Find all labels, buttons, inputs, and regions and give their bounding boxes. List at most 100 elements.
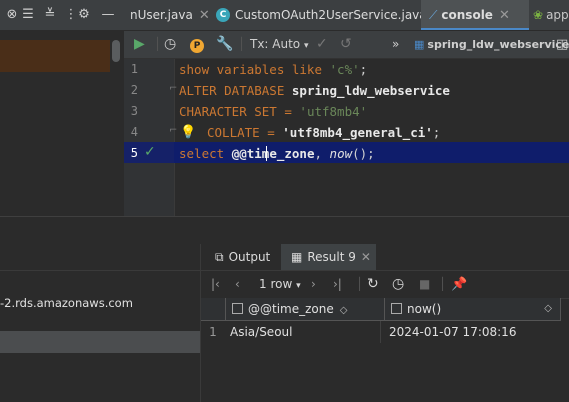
check-icon: ✓ [144,144,156,160]
close-icon[interactable]: ✕ [499,8,510,23]
lightbulb-icon[interactable]: 💡 [180,125,196,140]
keyword: COLLATE = [207,125,283,140]
identifier: @@time_zone [231,146,315,161]
app-icon: ❀ [533,8,544,22]
separator: │ [356,277,364,291]
punctuation: ; [359,62,368,77]
tab-application[interactable]: ❀appl [533,0,569,30]
rows-label: 1 row [259,277,293,291]
column-icon [232,303,243,314]
text-cursor [266,146,267,161]
code-line-4: COLLATE = 'utf8mb4_general_ci'; [207,122,440,143]
table-cell[interactable]: 2024-01-07 17:08:16 [385,321,564,343]
more-icon[interactable]: » [392,31,399,58]
rows-dropdown[interactable]: 1 row ▾ [259,271,301,298]
column-icon [391,303,402,314]
table-cell[interactable]: Asia/Seoul [226,321,381,343]
line-number: 1 [130,62,138,76]
line-number: 4 [130,125,138,139]
identifier: spring_ldw_webservice [291,83,450,98]
tab-output[interactable]: ⧉ Output [215,244,270,270]
class-c-icon: C [216,7,230,22]
punctuation: (); [352,146,375,161]
last-page-icon[interactable]: ›| [333,271,342,298]
output-icon: ⧉ [215,250,224,264]
sql-editor[interactable]: 1 2 3 4 5 ⌐ ⌐ 💡 ✓ show variables like 'c… [124,59,569,216]
column-header-label: now() [407,302,442,316]
code-line-2: ALTER DATABASE spring_ldw_webservice [179,80,450,101]
fold-icon[interactable]: ⌐ [169,125,177,136]
tab-label: nUser.java [130,8,193,22]
results-tab-bar: ⧉ Output ▦ Result 9 ✕ [201,244,569,271]
tree-selection[interactable] [0,40,110,72]
settings-icon[interactable]: ⚙ [76,7,92,23]
tab-label: appl [546,8,569,22]
editor-tab-bar: nUser.java ✕ C CustomOAuth2UserService.jav… [124,0,569,31]
identifier: 'utf8mb4_general_ci' [282,125,433,140]
tab-result-9[interactable]: ▦ Result 9 ✕ [291,244,371,270]
minimize-icon[interactable]: — [100,7,116,23]
pin-icon[interactable]: 📌 [451,271,467,298]
string-literal: 'utf8mb4' [299,104,368,119]
run-icon[interactable]: ▶ [134,31,145,58]
host-label[interactable]: -2.rds.amazonaws.com [0,296,133,310]
datasource-dropdown[interactable]: ▦spring_ldw_webservice ▾ [414,31,569,58]
keyword: show variables like [179,62,330,77]
tx-mode-dropdown[interactable]: Tx: Auto ▾ [250,31,309,58]
left-panel-toolbar: ⊗ ☰ ≚ ⋮ ⚙ — [0,0,124,31]
history-icon[interactable]: ◷ [392,271,404,298]
panel-divider[interactable] [0,216,569,245]
wrench-icon[interactable]: 🔧 [216,31,233,58]
datasource-label: spring_ldw_webservice [427,38,569,51]
collapse-all-icon[interactable]: ☰ [20,7,36,23]
rollback-icon[interactable]: ↺ [340,31,352,58]
tab-console[interactable]: ⟋ console ✕ [421,0,529,30]
next-page-icon[interactable]: › [311,271,316,298]
tx-label: Tx: Auto [250,37,301,51]
function-name: now [329,146,353,161]
pin-p-icon[interactable]: P [190,31,204,58]
close-icon[interactable]: ✕ [361,250,371,264]
layout-icon[interactable]: ◫ [556,31,568,58]
console-toolbar: ▶ │ ◷ P 🔧 │ Tx: Auto ▾ ✓ ↺ » ▦ spring_ldw… [124,31,569,59]
active-tab-indicator [421,28,529,30]
punctuation: ; [432,125,441,140]
code-line-5: select @@time_zone, now(); [179,143,375,164]
services-panel: -2.rds.amazonaws.com [0,244,200,402]
column-header[interactable]: now() ◇ [385,298,561,321]
fold-icon[interactable]: ⌐ [169,83,177,94]
tab-user-java[interactable]: nUser.java ✕ [130,0,210,30]
tab-label: Output [228,250,271,264]
history-icon[interactable]: ◷ [164,31,176,58]
expand-all-icon[interactable]: ≚ [42,7,58,23]
punctuation: , [314,146,330,161]
sort-icon[interactable]: ◇ [340,305,348,316]
table-icon: ▦ [291,250,303,264]
close-icon[interactable]: ✕ [199,8,210,23]
sort-icon[interactable]: ◇ [544,298,552,320]
refresh-icon[interactable]: ↻ [367,271,379,298]
separator: │ [154,37,162,51]
code-line-3: CHARACTER SET = 'utf8mb4' [179,101,367,122]
column-header-label: @@time_zone [248,302,334,316]
grid-corner [201,298,226,321]
keyword: CHARACTER SET = [179,104,300,119]
scrollbar-thumb[interactable] [112,40,120,62]
stop-icon[interactable]: ■ [419,271,430,298]
chevron-down-icon: ▾ [296,281,301,291]
prev-page-icon[interactable]: ‹ [235,271,240,298]
separator: │ [238,37,246,51]
tab-label: Result 9 [307,250,356,264]
close-icon[interactable]: ⊗ [4,7,20,23]
results-toolbar: |‹ ‹ 1 row ▾ › ›| │ ↻ ◷ ■ │ 📌 [201,271,569,299]
keyword: ALTER DATABASE [179,83,292,98]
selected-tree-row[interactable] [0,331,200,353]
line-number: 5 [130,146,138,160]
commit-icon[interactable]: ✓ [316,31,328,58]
line-number: 3 [130,104,138,118]
tab-custom-oauth2-user-service[interactable]: CCustomOAuth2UserService.java✕ [216,0,444,30]
first-page-icon[interactable]: |‹ [211,271,220,298]
column-header[interactable]: @@time_zone ◇ [226,298,385,321]
database-icon: ▦ [414,38,425,51]
chevron-down-icon: ▾ [303,41,309,51]
